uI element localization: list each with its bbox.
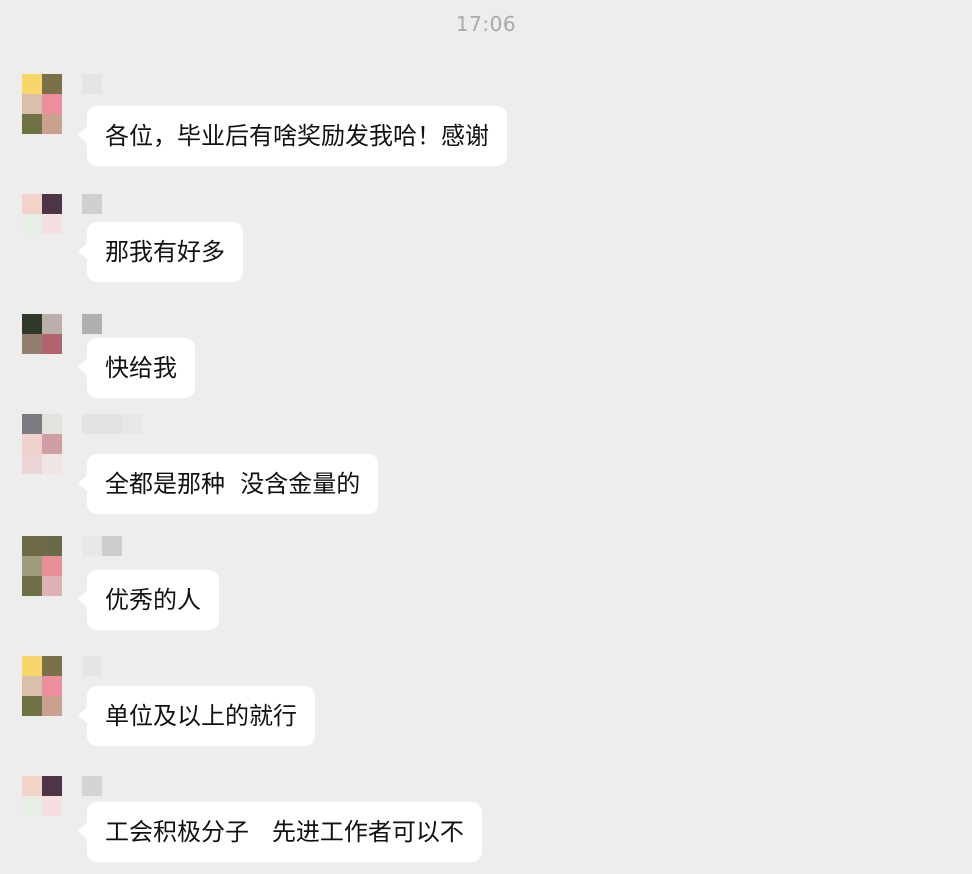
avatar-pixel <box>42 816 62 836</box>
avatar-pixel <box>22 214 42 234</box>
avatar-pixel <box>22 434 42 454</box>
avatar[interactable] <box>22 776 62 836</box>
avatar-pixel <box>42 114 62 134</box>
avatar-pixel <box>42 334 62 354</box>
name-pixel <box>82 74 102 94</box>
avatar-pixel <box>42 696 62 716</box>
name-pixel <box>82 776 102 796</box>
avatar-pixel <box>42 314 62 334</box>
avatar[interactable] <box>22 194 62 254</box>
avatar-pixel <box>42 354 62 374</box>
sender-name-blurred <box>82 414 142 434</box>
avatar-pixel <box>42 454 62 474</box>
message-bubble[interactable]: 快给我 <box>78 338 195 398</box>
message-bubble[interactable]: 工会积极分子 先进工作者可以不 <box>78 802 482 862</box>
avatar-pixel <box>42 776 62 796</box>
avatar-pixel <box>22 776 42 796</box>
message-bubble[interactable]: 单位及以上的就行 <box>78 686 315 746</box>
avatar-pixel <box>22 234 42 254</box>
name-pixel <box>82 194 102 214</box>
message-bubble[interactable]: 各位，毕业后有啥奖励发我哈！感谢 <box>78 106 507 166</box>
avatar-pixel <box>42 556 62 576</box>
avatar[interactable] <box>22 536 62 596</box>
avatar-pixel <box>42 94 62 114</box>
avatar-pixel <box>22 334 42 354</box>
avatar-pixel <box>22 556 42 576</box>
avatar-pixel <box>42 676 62 696</box>
avatar-pixel <box>42 194 62 214</box>
avatar-pixel <box>22 454 42 474</box>
message-bubble[interactable]: 全都是那种 没含金量的 <box>77 454 379 514</box>
avatar-pixel <box>42 234 62 254</box>
message-timestamp: 17:06 <box>455 12 517 36</box>
message-bubble[interactable]: 优秀的人 <box>78 570 219 630</box>
sender-name-blurred <box>82 74 102 94</box>
avatar-pixel <box>42 576 62 596</box>
sender-name-blurred <box>82 776 102 796</box>
chat-window: 17:06 各位，毕业后有啥奖励发我哈！感谢 那我有好多 快给我 全都是那种 没… <box>0 0 972 874</box>
avatar-pixel <box>42 414 62 434</box>
avatar-pixel <box>22 354 42 374</box>
avatar-pixel <box>22 576 42 596</box>
avatar-pixel <box>42 214 62 234</box>
sender-name-blurred <box>82 536 122 556</box>
avatar-pixel <box>42 656 62 676</box>
avatar-pixel <box>22 74 42 94</box>
avatar-pixel <box>22 414 42 434</box>
avatar-pixel <box>22 114 42 134</box>
sender-name-blurred <box>82 656 102 676</box>
avatar-pixel <box>22 314 42 334</box>
avatar-pixel <box>22 536 42 556</box>
avatar-pixel <box>42 74 62 94</box>
name-pixel <box>82 656 102 676</box>
avatar-pixel <box>22 816 42 836</box>
name-pixel <box>122 414 142 434</box>
sender-name-blurred <box>82 314 102 334</box>
avatar-pixel <box>42 434 62 454</box>
avatar-pixel <box>22 796 42 816</box>
avatar-pixel <box>22 656 42 676</box>
name-pixel <box>82 314 102 334</box>
avatar[interactable] <box>22 314 62 374</box>
name-pixel <box>82 536 102 556</box>
message-bubble[interactable]: 那我有好多 <box>78 222 243 282</box>
sender-name-blurred <box>82 194 102 214</box>
name-pixel <box>102 414 122 434</box>
avatar-pixel <box>22 696 42 716</box>
avatar[interactable] <box>22 414 62 474</box>
name-pixel <box>102 536 122 556</box>
avatar[interactable] <box>22 74 62 134</box>
name-pixel <box>82 414 102 434</box>
avatar-pixel <box>22 194 42 214</box>
avatar[interactable] <box>22 656 62 716</box>
avatar-pixel <box>22 94 42 114</box>
avatar-pixel <box>42 536 62 556</box>
avatar-pixel <box>22 676 42 696</box>
avatar-pixel <box>42 796 62 816</box>
